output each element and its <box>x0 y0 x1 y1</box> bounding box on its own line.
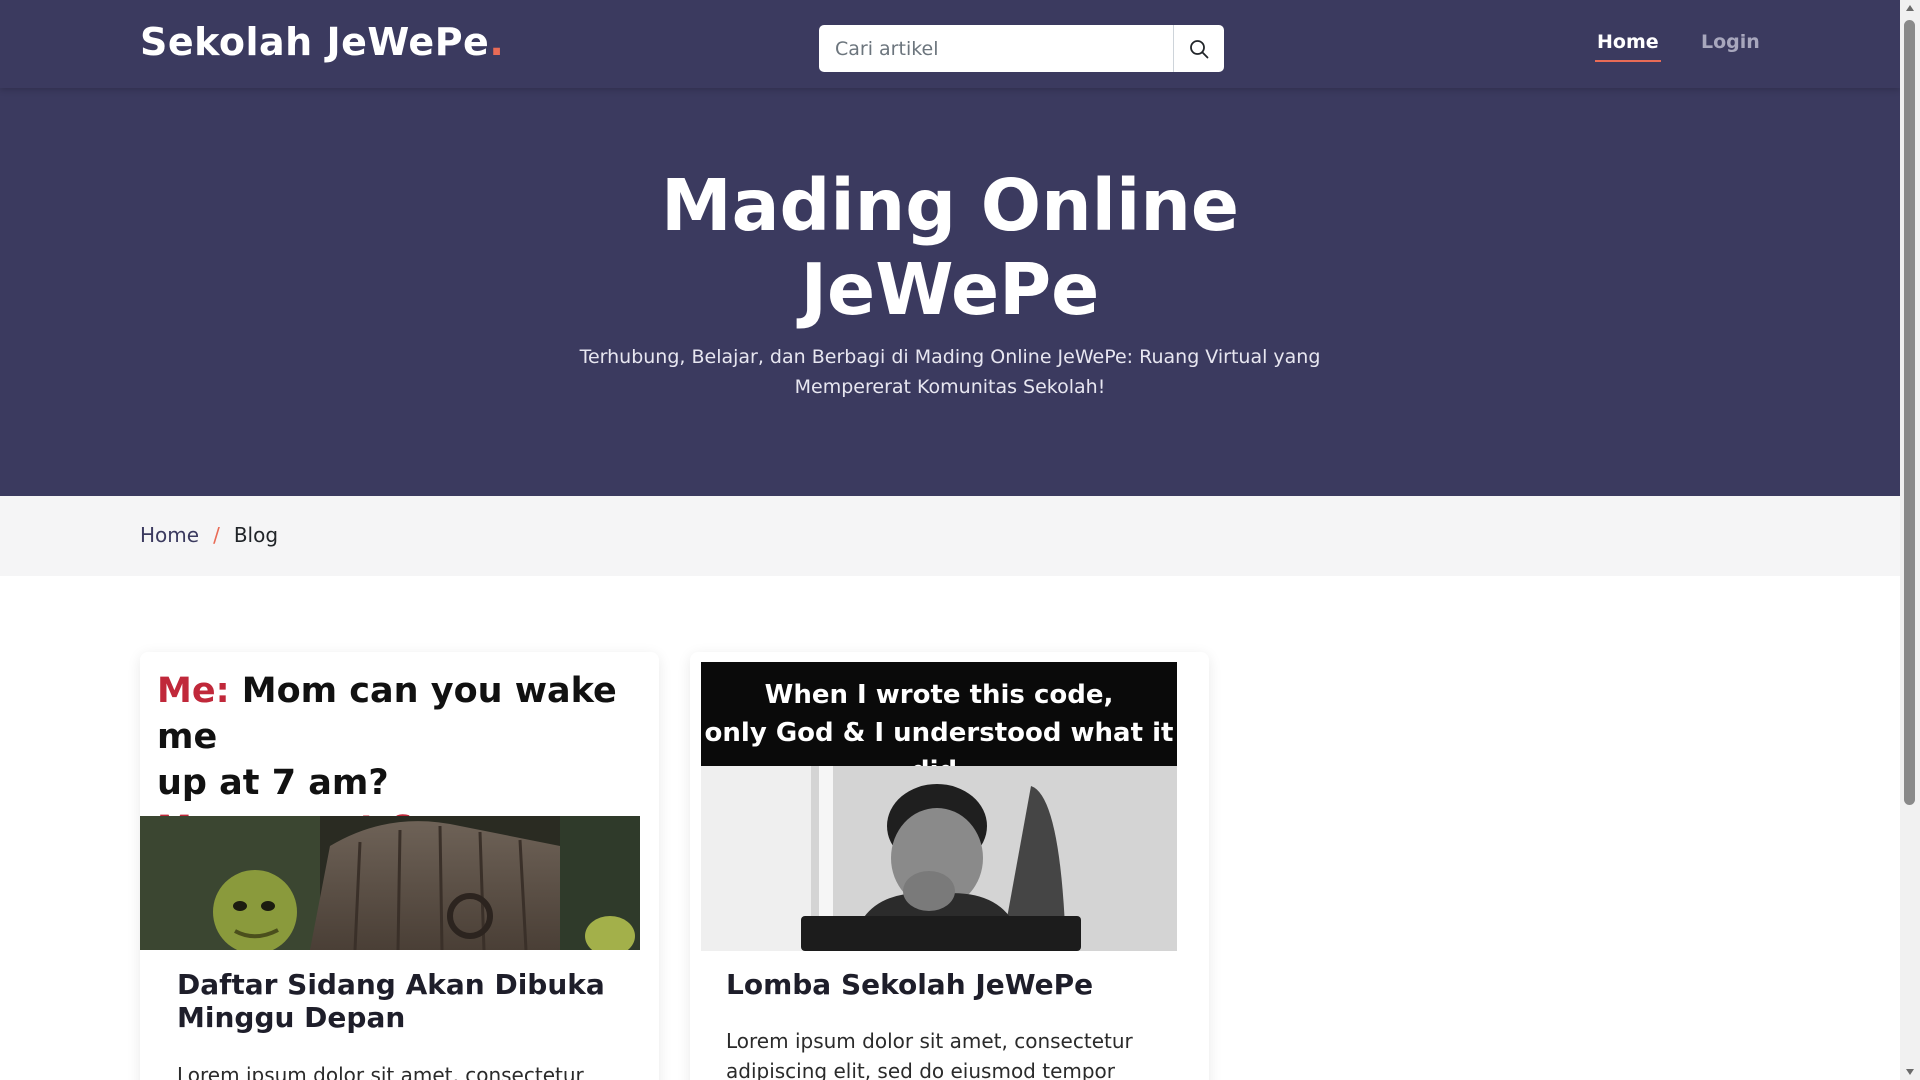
nav-home-link[interactable]: Home <box>1595 31 1661 62</box>
brand-logo[interactable]: Sekolah JeWePe. <box>140 20 504 64</box>
hero-subtitle-line1: Terhubung, Belajar, dan Berbagi di Madin… <box>579 346 1321 368</box>
post-image[interactable]: When I wrote this code, only God & I und… <box>701 662 1177 951</box>
meme-photo <box>140 816 640 950</box>
search-form <box>819 25 1224 72</box>
page-scrollbar[interactable] <box>1900 0 1920 1080</box>
search-icon <box>1190 39 1209 58</box>
breadcrumb-separator: / <box>213 523 220 547</box>
hero-section: Mading Online JeWePe Terhubung, Belajar,… <box>0 88 1900 496</box>
post-excerpt: Lorem ipsum dolor sit amet, consectetur <box>177 1063 584 1080</box>
brand-dot: . <box>489 20 505 64</box>
navbar: Sekolah JeWePe. Home Login <box>0 0 1900 88</box>
post-image[interactable]: Me: Mom can you wake me up at 7 am? My m… <box>140 652 640 950</box>
scroll-up-arrow-icon[interactable] <box>1905 4 1915 12</box>
hero-title-line2: JeWePe <box>800 248 1100 331</box>
post-excerpt: Lorem ipsum dolor sit amet, consectetur … <box>726 1029 1133 1080</box>
meme-caption-line: Me: Mom can you wake me <box>157 668 637 760</box>
scroll-down-arrow-icon[interactable] <box>1905 1068 1915 1076</box>
page: Sekolah JeWePe. Home Login Mading Online… <box>0 0 1900 1080</box>
post-card[interactable]: When I wrote this code, only God & I und… <box>690 652 1209 1080</box>
scrollbar-thumb[interactable] <box>1904 20 1915 805</box>
hero-title-line1: Mading Online <box>660 164 1240 247</box>
hero-title: Mading Online JeWePe <box>0 164 1900 332</box>
post-card[interactable]: Me: Mom can you wake me up at 7 am? My m… <box>140 652 659 1080</box>
meme-speaker: Me: <box>157 671 230 711</box>
meme-text-line1: When I wrote this code, <box>764 680 1114 710</box>
nav-login-link[interactable]: Login <box>1701 31 1760 53</box>
breadcrumb: Home / Blog <box>140 523 278 547</box>
search-input[interactable] <box>819 25 1173 72</box>
hero-subtitle-line2: Mempererat Komunitas Sekolah! <box>794 376 1106 398</box>
meme-photo <box>701 766 1177 951</box>
breadcrumb-bar: Home / Blog <box>0 496 1900 576</box>
meme-caption: When I wrote this code, only God & I und… <box>701 662 1177 786</box>
breadcrumb-current: Blog <box>233 523 279 547</box>
brand-name: Sekolah JeWePe <box>140 20 490 64</box>
breadcrumb-home-link[interactable]: Home <box>140 523 199 547</box>
hero-subtitle: Terhubung, Belajar, dan Berbagi di Madin… <box>560 342 1340 402</box>
search-button[interactable] <box>1173 25 1224 72</box>
post-title[interactable]: Daftar Sidang Akan Dibuka Minggu Depan <box>177 968 617 1034</box>
meme-text-line2: up at 7 am? <box>157 763 389 803</box>
post-title[interactable]: Lomba Sekolah JeWePe <box>726 968 1166 1001</box>
